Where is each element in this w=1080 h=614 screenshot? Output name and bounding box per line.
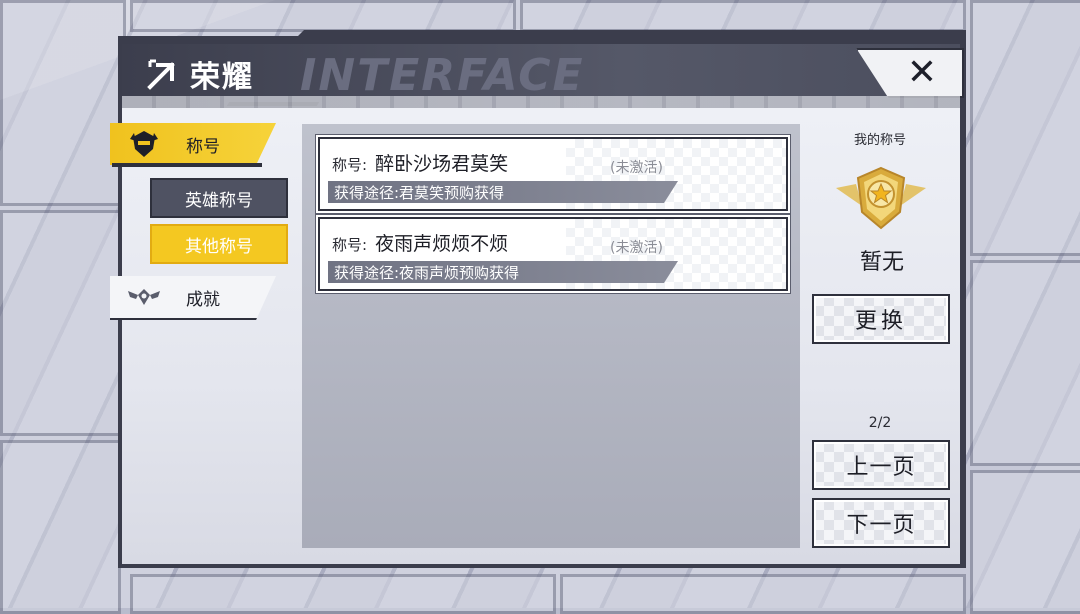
bg-comic-panel (560, 574, 966, 614)
title-prefix: 称号: (332, 236, 368, 254)
bg-comic-panel (130, 0, 516, 32)
title-name: 夜雨声烦烦不烦 (375, 233, 509, 255)
title-name: 醉卧沙场君莫笑 (375, 153, 509, 175)
subtab-other-titles[interactable]: 其他称号 (150, 224, 288, 264)
title-source: 获得途径:夜雨声烦预购获得 (334, 263, 520, 282)
title-status: (未激活) (610, 160, 663, 176)
next-page-button[interactable]: 下一页 (812, 498, 950, 548)
subtab-hero-titles[interactable]: 英雄称号 (150, 178, 288, 218)
bg-comic-panel (130, 574, 556, 614)
page-indicator: 2/2 (868, 415, 892, 431)
bg-comic-panel (970, 260, 1080, 466)
arrow-icon (147, 59, 175, 90)
title-source-bar: 获得途径:夜雨声烦预购获得 (328, 261, 678, 283)
bg-comic-panel (0, 210, 121, 436)
bg-comic-panel (970, 470, 1080, 614)
title-source-bar: 获得途径:君莫笑预购获得 (328, 181, 678, 203)
winged-emblem-icon (124, 285, 164, 309)
star-badge-icon (836, 166, 926, 230)
screen-title: 荣耀 (146, 44, 254, 104)
bg-comic-panel (0, 0, 126, 206)
tab-achievements-label: 成就 (186, 289, 220, 310)
tab-titles-label: 称号 (186, 136, 220, 157)
bg-comic-panel (970, 0, 1080, 256)
prev-page-button[interactable]: 上一页 (812, 440, 950, 490)
change-button[interactable]: 更换 (812, 294, 950, 344)
page-title: 荣耀 (190, 60, 254, 95)
my-title-label: 我的称号 (853, 133, 906, 148)
title-prefix: 称号: (332, 156, 368, 174)
bg-comic-panel (0, 440, 121, 614)
bg-comic-panel (520, 0, 966, 32)
current-title: 暂无 (859, 250, 904, 275)
tab-shadow (112, 163, 262, 167)
helmet-icon (124, 129, 164, 159)
header-watermark: INTERFACE (300, 50, 585, 101)
title-status: (未激活) (610, 240, 663, 256)
tab-titles[interactable]: 称号 (110, 123, 276, 165)
title-source: 获得途径:君莫笑预购获得 (334, 183, 505, 202)
close-icon: ✕ (906, 52, 938, 93)
title-card[interactable]: 称号: 夜雨声烦烦不烦 (未激活) 获得途径:夜雨声烦预购获得 (318, 217, 788, 291)
title-card[interactable]: 称号: 醉卧沙场君莫笑 (未激活) 获得途径:君莫笑预购获得 (318, 137, 788, 211)
tab-achievements[interactable]: 成就 (110, 276, 276, 320)
